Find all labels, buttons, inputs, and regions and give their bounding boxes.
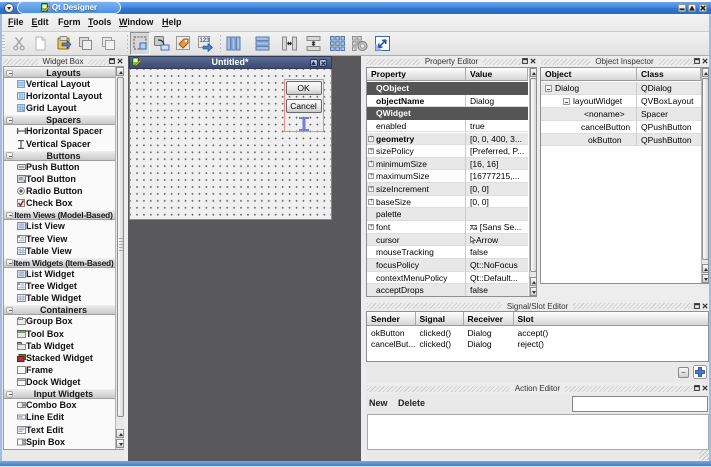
svg-text:123: 123 xyxy=(200,38,211,44)
